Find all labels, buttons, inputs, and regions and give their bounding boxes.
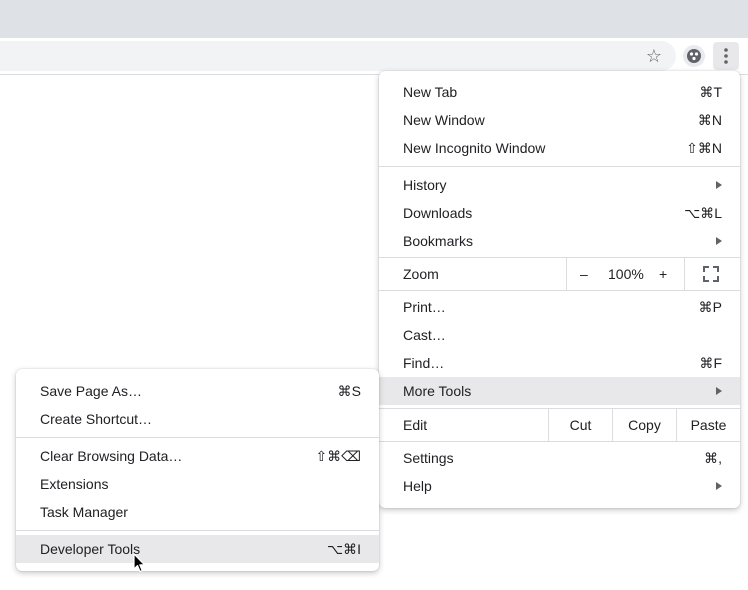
menu-item-label: Downloads (403, 205, 473, 221)
zoom-level: 100% (608, 266, 644, 282)
menu-item-print[interactable]: Print… ⌘P (379, 293, 740, 321)
submenu-arrow-icon (716, 387, 722, 395)
menu-separator (379, 166, 740, 167)
menu-item-label: Save Page As… (40, 383, 142, 399)
menu-item-shortcut: ⌥⌘I (326, 540, 361, 557)
address-bar[interactable] (0, 41, 676, 71)
menu-item-label: More Tools (403, 383, 472, 399)
menu-item-shortcut: ⌘T (699, 83, 722, 100)
star-icon[interactable]: ☆ (642, 44, 666, 68)
menu-item-new-tab[interactable]: New Tab ⌘T (379, 78, 740, 106)
menu-item-label: Help (403, 478, 432, 494)
menu-item-label: Clear Browsing Data… (40, 448, 183, 464)
menu-item-history[interactable]: History (379, 171, 740, 199)
menu-item-cast[interactable]: Cast… (379, 321, 740, 349)
menu-item-shortcut: ⇧⌘⌫ (315, 447, 361, 464)
cut-button[interactable]: Cut (549, 409, 612, 441)
zoom-divider (566, 258, 567, 290)
submenu-item-developer-tools[interactable]: Developer Tools ⌥⌘I (16, 535, 379, 563)
zoom-out-button[interactable]: – (580, 266, 588, 282)
extension-icon[interactable] (683, 45, 705, 67)
submenu-item-extensions[interactable]: Extensions (16, 470, 379, 498)
menu-separator (16, 437, 379, 438)
menu-item-label: Settings (403, 450, 454, 466)
menu-item-shortcut: ⇧⌘N (686, 139, 722, 156)
menu-separator (379, 441, 740, 442)
zoom-label: Zoom (403, 266, 439, 282)
submenu-item-task-manager[interactable]: Task Manager (16, 498, 379, 526)
menu-row-edit: Edit Cut Copy Paste (379, 409, 740, 441)
submenu-item-save-page-as[interactable]: Save Page As… ⌘S (16, 377, 379, 405)
menu-item-label: History (403, 177, 447, 193)
browser-main-menu: New Tab ⌘T New Window ⌘N New Incognito W… (379, 71, 740, 508)
menu-item-find[interactable]: Find… ⌘F (379, 349, 740, 377)
menu-item-label: New Incognito Window (403, 140, 546, 156)
menu-separator (16, 530, 379, 531)
zoom-divider (684, 258, 685, 290)
menu-item-shortcut: ⌘N (697, 111, 722, 128)
more-tools-submenu: Save Page As… ⌘S Create Shortcut… Clear … (16, 369, 379, 571)
menu-item-label: Bookmarks (403, 233, 474, 249)
menu-row-zoom: Zoom – 100% + (379, 258, 740, 290)
submenu-arrow-icon (716, 482, 722, 490)
tab-strip (0, 0, 748, 38)
submenu-arrow-icon (716, 237, 722, 245)
copy-button[interactable]: Copy (613, 409, 676, 441)
menu-item-label: Extensions (40, 476, 109, 492)
menu-item-settings[interactable]: Settings ⌘, (379, 444, 740, 472)
submenu-item-create-shortcut[interactable]: Create Shortcut… (16, 405, 379, 433)
menu-item-new-incognito-window[interactable]: New Incognito Window ⇧⌘N (379, 134, 740, 162)
menu-item-more-tools[interactable]: More Tools (379, 377, 740, 405)
menu-separator (379, 290, 740, 291)
menu-item-label: Create Shortcut… (40, 411, 153, 427)
menu-item-help[interactable]: Help (379, 472, 740, 500)
menu-item-shortcut: ⌘P (698, 298, 722, 315)
menu-item-shortcut: ⌘F (699, 354, 722, 371)
menu-item-downloads[interactable]: Downloads ⌥⌘L (379, 199, 740, 227)
zoom-in-button[interactable]: + (659, 266, 667, 282)
menu-item-label: Developer Tools (40, 541, 141, 557)
menu-item-shortcut: ⌘, (704, 449, 722, 466)
menu-item-label: Print… (403, 299, 446, 315)
paste-button[interactable]: Paste (677, 409, 740, 441)
menu-item-shortcut: ⌥⌘L (684, 204, 722, 221)
menu-item-label: Task Manager (40, 504, 128, 520)
menu-item-bookmarks[interactable]: Bookmarks (379, 227, 740, 255)
menu-item-shortcut: ⌘S (337, 382, 361, 399)
kebab-menu-icon[interactable] (713, 42, 739, 70)
menu-item-label: New Tab (403, 84, 458, 100)
menu-item-label: Cast… (403, 327, 446, 343)
fullscreen-icon[interactable] (703, 266, 719, 282)
menu-item-new-window[interactable]: New Window ⌘N (379, 106, 740, 134)
submenu-arrow-icon (716, 181, 722, 189)
submenu-item-clear-browsing-data[interactable]: Clear Browsing Data… ⇧⌘⌫ (16, 442, 379, 470)
menu-item-label: Find… (403, 355, 445, 371)
menu-item-label: New Window (403, 112, 485, 128)
mouse-cursor-icon (133, 553, 146, 573)
edit-label: Edit (403, 417, 428, 433)
